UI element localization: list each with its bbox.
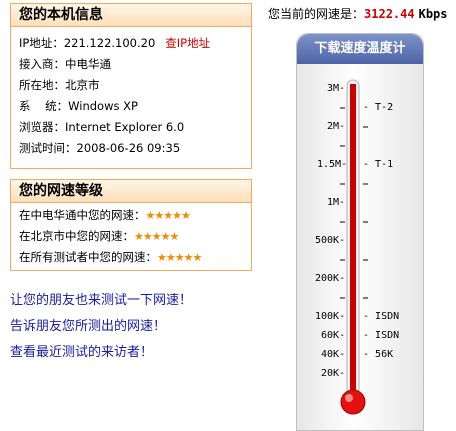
tick-label-100k: 100K- <box>315 311 346 322</box>
tick-label-isdn-2: - ISDN <box>363 330 400 341</box>
info-row-ip: IP地址：221.122.100.20 查IP地址 <box>11 33 251 54</box>
grade-label: 在中电华通中您的网速： <box>19 208 146 222</box>
speed-grade-title: 您的网速等级 <box>11 180 251 203</box>
speed-grade-panel: 您的网速等级 在中电华通中您的网速：★★★★★ 在北京市中您的网速：★★★★★ … <box>10 179 252 271</box>
speed-value: 3122.44 <box>364 7 415 21</box>
tick-label-t2: - T-2 <box>363 102 394 113</box>
info-label: 浏览器： <box>19 120 65 134</box>
info-value: 221.122.100.20 <box>63 36 156 50</box>
info-value: 中电华通 <box>65 57 111 71</box>
tick-label-1-5m: 1.5M- <box>317 159 348 170</box>
grade-label: 在所有测试者中您的网速： <box>19 250 157 264</box>
info-label: 系 统： <box>19 99 69 113</box>
lookup-ip-link[interactable]: 查IP地址 <box>165 36 210 50</box>
grade-row-isp: 在中电华通中您的网速：★★★★★ <box>11 205 251 226</box>
grade-label: 在北京市中您的网速： <box>19 229 134 243</box>
tick-label-60k: 60K- <box>321 330 346 341</box>
machine-info-panel: 您的本机信息 IP地址：221.122.100.20 查IP地址 接入商：中电华通… <box>10 3 252 169</box>
info-label: IP地址： <box>19 36 64 50</box>
info-value: Windows XP <box>68 99 138 113</box>
info-label: 测试时间： <box>19 141 77 155</box>
tick-label-2m: 2M- <box>327 121 346 132</box>
tell-friends-link[interactable]: 告诉朋友您所测出的网速！ <box>10 314 192 340</box>
info-value: Internet Explorer 6.0 <box>65 120 185 134</box>
info-value: 2008-06-26 09:35 <box>76 141 181 155</box>
bulb-highlight <box>345 394 353 402</box>
invite-friends-link[interactable]: 让您的朋友也来测试一下网速！ <box>10 288 192 314</box>
speed-prefix: 您当前的网速是： <box>268 7 365 21</box>
info-label: 所在地： <box>19 78 65 92</box>
speed-thermometer: 下载速度温度计 3M- 2M- 1.5M- 1M- 500K- 200K- 10… <box>296 33 424 431</box>
info-row-test-time: 测试时间：2008-06-26 09:35 <box>11 138 251 159</box>
grade-row-city: 在北京市中您的网速：★★★★★ <box>11 226 251 247</box>
mercury-column <box>350 84 356 402</box>
tick-label-20k: 20K- <box>321 368 346 379</box>
tick-label-56k: - 56K <box>363 349 394 360</box>
tick-label-isdn-1: - ISDN <box>363 311 400 322</box>
info-label: 接入商： <box>19 57 65 71</box>
star-rating: ★★★★★ <box>157 251 202 264</box>
thermometer-graphic <box>340 79 368 415</box>
thermometer-bulb <box>340 389 366 415</box>
tick-label-3m: 3M- <box>327 83 346 94</box>
info-row-isp: 接入商：中电华通 <box>11 54 251 75</box>
star-rating: ★★★★★ <box>145 209 191 222</box>
info-row-os: 系 统：Windows XP <box>11 96 251 117</box>
current-speed: 您当前的网速是：3122.44 Kbps <box>268 5 448 22</box>
star-rating: ★★★★★ <box>134 230 179 243</box>
grade-row-all: 在所有测试者中您的网速：★★★★★ <box>11 247 251 268</box>
tick-label-t1: - T-1 <box>363 159 394 170</box>
tick-label-500k: 500K- <box>315 235 346 246</box>
share-links: 让您的朋友也来测试一下网速！ 告诉朋友您所测出的网速！ 查看最近测试的来访者！ <box>10 288 192 366</box>
tick-label-200k: 200K- <box>315 273 346 284</box>
tick-label-1m: 1M- <box>327 197 346 208</box>
tick-label-40k: 40K- <box>321 349 346 360</box>
speed-unit: Kbps <box>418 7 448 21</box>
info-row-location: 所在地：北京市 <box>11 75 251 96</box>
machine-info-title: 您的本机信息 <box>11 4 251 27</box>
info-value: 北京市 <box>65 78 100 92</box>
recent-visitors-link[interactable]: 查看最近测试的来访者！ <box>10 340 192 366</box>
info-row-browser: 浏览器：Internet Explorer 6.0 <box>11 117 251 138</box>
